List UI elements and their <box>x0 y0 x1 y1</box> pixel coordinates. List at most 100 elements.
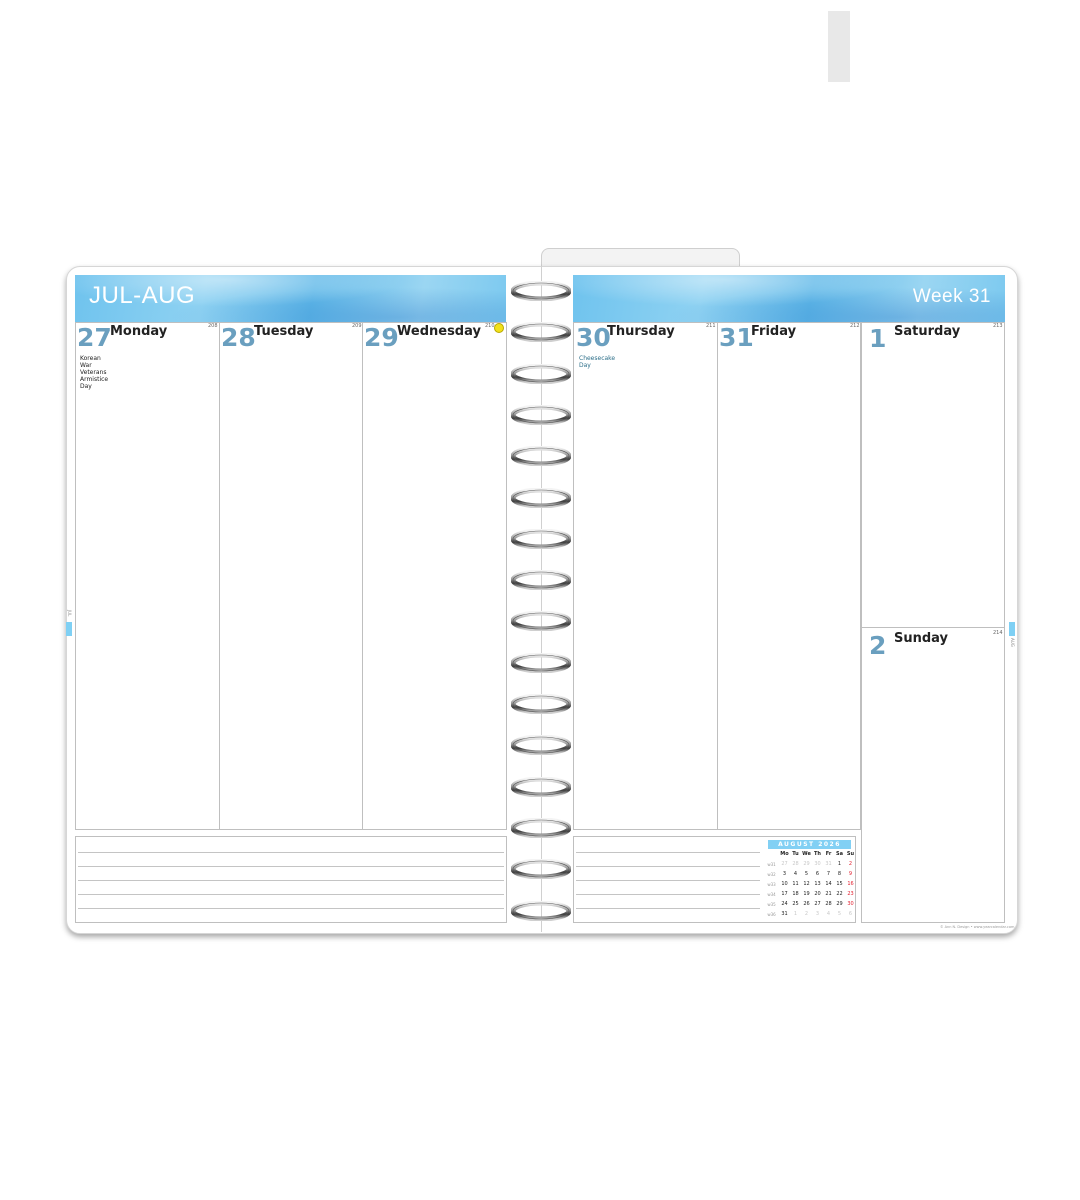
mini-day[interactable]: 4 <box>790 870 801 879</box>
mini-day[interactable]: 17 <box>779 890 790 899</box>
mini-day[interactable]: 2 <box>845 860 856 869</box>
mini-day[interactable]: 6 <box>845 910 856 919</box>
right-banner: Week 31 <box>573 275 1005 322</box>
mini-day[interactable]: 15 <box>834 880 845 889</box>
mini-day[interactable]: 27 <box>779 860 790 869</box>
mini-day[interactable]: 5 <box>834 910 845 919</box>
day-number: 28 <box>221 323 256 352</box>
day-of-year: 213 <box>993 323 1003 329</box>
mini-day[interactable]: 12 <box>801 880 812 889</box>
mini-day[interactable]: 28 <box>823 900 834 909</box>
mini-day[interactable]: 20 <box>812 890 823 899</box>
mini-day[interactable]: 26 <box>801 900 812 909</box>
day-name: Monday <box>110 324 168 339</box>
day-name: Friday <box>751 324 797 339</box>
day-number: 29 <box>364 323 399 352</box>
mini-weekday-header: Tu <box>792 851 799 857</box>
spiral-ring <box>511 528 571 549</box>
left-days-grid <box>75 322 507 830</box>
mini-calendar-title: AUGUST 2026 <box>768 840 851 849</box>
spiral-ring <box>511 900 571 921</box>
day-name: Wednesday <box>397 324 481 339</box>
day-of-year: 211 <box>706 323 716 329</box>
mini-weekday-header: We <box>802 851 811 857</box>
day-number: 30 <box>576 323 611 352</box>
mini-day[interactable]: 7 <box>823 870 834 879</box>
spiral-ring <box>511 446 571 467</box>
note-line <box>78 908 504 909</box>
mini-day[interactable]: 1 <box>790 910 801 919</box>
mini-day[interactable]: 14 <box>823 880 834 889</box>
side-tab-label: JUL <box>67 610 72 617</box>
mini-day[interactable]: 19 <box>801 890 812 899</box>
note-line <box>576 908 760 909</box>
mini-day[interactable]: 5 <box>801 870 812 879</box>
mini-day[interactable]: 11 <box>790 880 801 889</box>
weekend-column <box>861 322 1005 923</box>
mini-day[interactable]: 6 <box>812 870 823 879</box>
mini-day[interactable]: 2 <box>801 910 812 919</box>
holiday-label: Korean War Veterans Armistice Day <box>80 355 109 390</box>
mini-day[interactable]: 3 <box>779 870 790 879</box>
column-divider <box>717 322 718 830</box>
mini-day[interactable]: 9 <box>845 870 856 879</box>
mini-day[interactable]: 29 <box>801 860 812 869</box>
mini-day[interactable]: 31 <box>779 910 790 919</box>
mini-day[interactable]: 27 <box>812 900 823 909</box>
left-banner: JUL-AUG <box>75 275 506 322</box>
spiral-ring <box>511 776 571 797</box>
mini-week-number: w32 <box>767 872 776 877</box>
mini-day[interactable]: 22 <box>834 890 845 899</box>
note-line <box>78 894 504 895</box>
note-line <box>576 852 760 853</box>
mini-day[interactable]: 25 <box>790 900 801 909</box>
column-divider <box>362 322 363 830</box>
mini-day[interactable]: 3 <box>812 910 823 919</box>
mini-day[interactable]: 30 <box>845 900 856 909</box>
spiral-ring <box>511 694 571 714</box>
mini-calendar-weekend-shade <box>828 11 850 82</box>
month-side-tab-right[interactable] <box>1009 622 1015 636</box>
mini-week-number: w31 <box>767 862 776 867</box>
mini-calendar: AUGUST 2026 Mo Tu We Th Fr Sa Su w31 27 28 29 30 31 1… <box>766 840 856 922</box>
spiral-ring <box>511 611 571 632</box>
note-line <box>576 894 760 895</box>
mini-day[interactable]: 30 <box>812 860 823 869</box>
mini-weekday-header: Mo <box>780 851 789 857</box>
mini-day[interactable]: 10 <box>779 880 790 889</box>
day-number: 2 <box>869 631 887 660</box>
mini-week-number: w34 <box>767 892 776 897</box>
copyright-note: © Ann N. Design • www.yearcalendar.com <box>940 925 1015 929</box>
mini-day[interactable]: 21 <box>823 890 834 899</box>
spiral-ring <box>511 281 571 301</box>
mini-day[interactable]: 4 <box>823 910 834 919</box>
holiday-label: Cheesecake Day <box>579 355 616 369</box>
month-range-title: JUL-AUG <box>89 282 196 309</box>
spiral-ring <box>511 570 571 591</box>
mini-day[interactable]: 16 <box>845 880 856 889</box>
day-of-year: 214 <box>993 630 1003 636</box>
mini-day[interactable]: 28 <box>790 860 801 869</box>
spiral-ring <box>511 735 571 756</box>
mini-day[interactable]: 31 <box>823 860 834 869</box>
week-number-title: Week 31 <box>912 286 991 307</box>
mini-day[interactable]: 18 <box>790 890 801 899</box>
mini-day[interactable]: 1 <box>834 860 845 869</box>
mini-day[interactable]: 8 <box>834 870 845 879</box>
mini-day[interactable]: 23 <box>845 890 856 899</box>
spiral-ring <box>511 487 571 508</box>
day-number: 31 <box>719 323 754 352</box>
day-of-year: 212 <box>850 323 860 329</box>
mini-day[interactable]: 29 <box>834 900 845 909</box>
month-side-tab-left[interactable] <box>66 622 72 636</box>
day-name: Tuesday <box>254 324 314 339</box>
mini-weekday-header: Fr <box>825 851 832 857</box>
day-name: Saturday <box>894 324 961 339</box>
mini-week-number: w35 <box>767 902 776 907</box>
note-line <box>576 880 760 881</box>
spiral-ring <box>511 404 571 425</box>
mini-day[interactable]: 13 <box>812 880 823 889</box>
spiral-ring <box>511 817 571 838</box>
column-divider <box>219 322 220 830</box>
mini-day[interactable]: 24 <box>779 900 790 909</box>
